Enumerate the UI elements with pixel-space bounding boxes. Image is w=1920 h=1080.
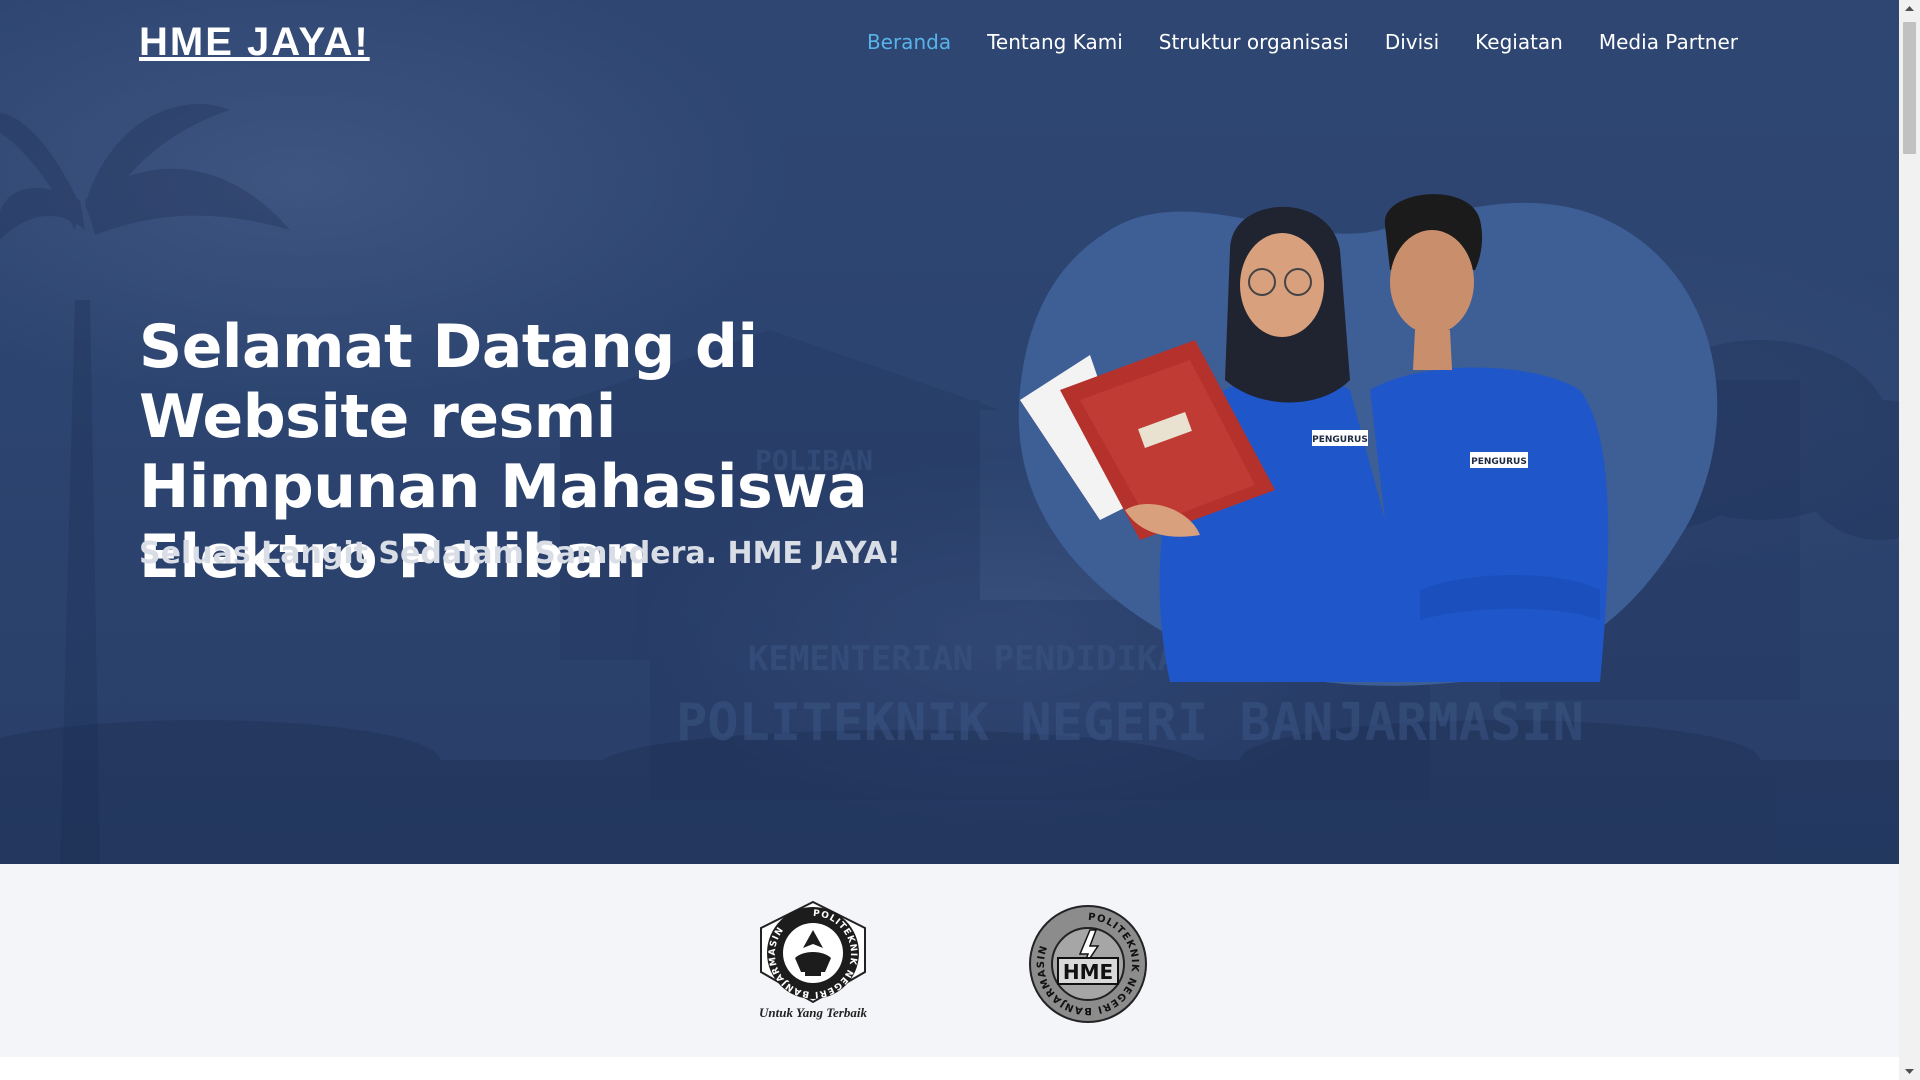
badge-pengurus-right: PENGURUS [1471, 457, 1527, 467]
vertical-scrollbar[interactable] [1899, 0, 1920, 1080]
badge-pengurus-left: PENGURUS [1312, 435, 1368, 445]
partner-logos-section: POLITEKNIK NEGERI BANJARMASIN Untuk Yang… [0, 864, 1899, 1057]
hme-center-text: HME [1063, 960, 1113, 984]
hme-logo: POLITEKNIK NEGERI BANJARMASIN HME [1028, 904, 1148, 1024]
hme-emblem-icon: POLITEKNIK NEGERI BANJARMASIN HME [1029, 905, 1147, 1023]
brand-logo[interactable]: HME JAYA! [139, 20, 370, 65]
nav-link-beranda[interactable]: Beranda [867, 30, 951, 54]
scroll-down-arrow-icon[interactable] [1899, 1063, 1920, 1080]
scroll-up-arrow-icon[interactable] [1899, 0, 1920, 17]
poliban-emblem-icon: POLITEKNIK NEGERI BANJARMASIN [760, 900, 866, 1004]
navbar: HME JAYA! Beranda Tentang Kami Struktur … [0, 0, 1899, 92]
politeknik-negeri-banjarmasin-logo: POLITEKNIK NEGERI BANJARMASIN Untuk Yang… [753, 898, 873, 1028]
nav-link-kegiatan[interactable]: Kegiatan [1475, 30, 1563, 54]
poliban-tagline: Untuk Yang Terbaik [759, 1005, 867, 1020]
hero-students-image: PENGURUS PENGURUS [1018, 194, 1718, 686]
scrollbar-thumb[interactable] [1903, 22, 1916, 154]
main-nav: Beranda Tentang Kami Struktur organisasi… [867, 30, 1738, 54]
nav-link-divisi[interactable]: Divisi [1385, 30, 1439, 54]
page: POLIBAN KEMENTERIAN PENDIDIKAN DAN KEBUD… [0, 0, 1899, 1080]
nav-link-struktur-organisasi[interactable]: Struktur organisasi [1159, 30, 1349, 54]
bg-sign-politeknik: POLITEKNIK NEGERI BANJARMASIN [676, 693, 1584, 753]
hero-subtitle: Seluas Langit Sedalam Samudera. HME JAYA… [139, 536, 901, 571]
nav-link-tentang-kami[interactable]: Tentang Kami [987, 30, 1123, 54]
hero-section: POLIBAN KEMENTERIAN PENDIDIKAN DAN KEBUD… [0, 0, 1899, 864]
nav-link-media-partner[interactable]: Media Partner [1599, 30, 1738, 54]
